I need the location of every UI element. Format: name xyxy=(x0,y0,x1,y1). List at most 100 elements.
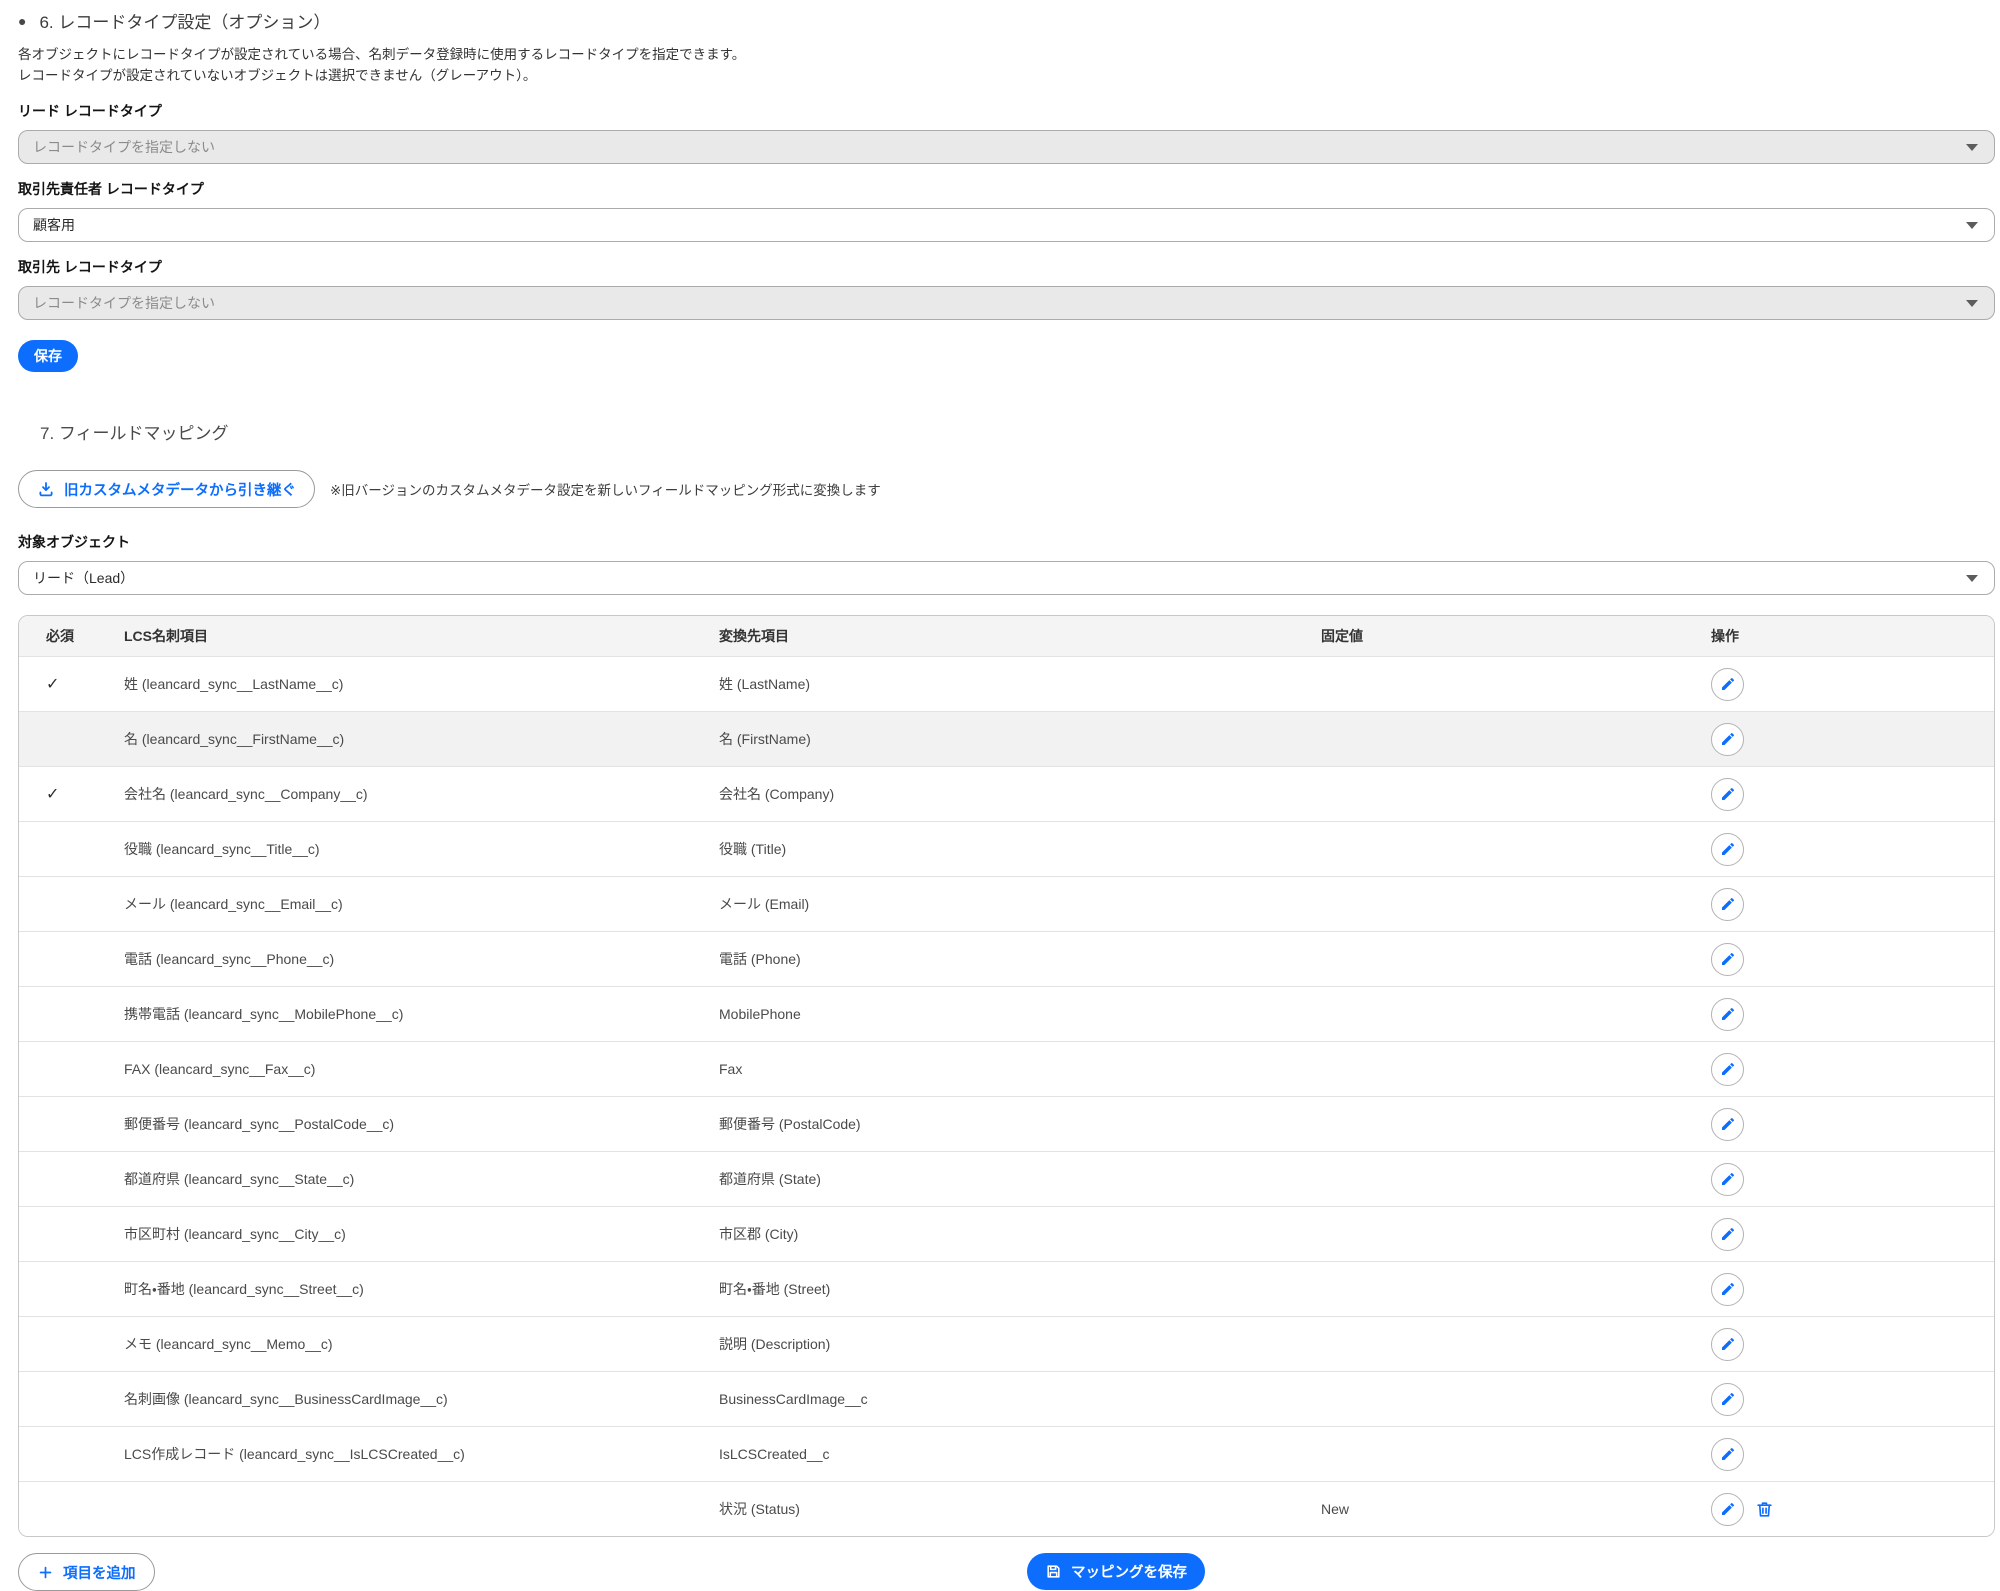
lcs-field-cell: 名刺画像 (leancard_sync__BusinessCardImage__… xyxy=(97,1389,692,1409)
section6-title: 6. レコードタイプ設定（オプション） xyxy=(39,8,330,33)
target-field-cell: 電話 (Phone) xyxy=(692,949,1294,969)
lcs-field-cell: 名 (leancard_sync__FirstName__c) xyxy=(97,729,692,749)
edit-button[interactable] xyxy=(1711,1218,1744,1251)
table-row: 携帯電話 (leancard_sync__MobilePhone__c) Mob… xyxy=(19,986,1994,1041)
pencil-icon xyxy=(1720,1391,1736,1407)
pencil-icon xyxy=(1720,1006,1736,1022)
target-field-cell: 都道府県 (State) xyxy=(692,1169,1294,1189)
table-row: ✓ 会社名 (leancard_sync__Company__c) 会社名 (C… xyxy=(19,766,1994,821)
pencil-icon xyxy=(1720,951,1736,967)
chevron-down-icon xyxy=(1966,300,1978,307)
edit-button[interactable] xyxy=(1711,1053,1744,1086)
migrate-note: ※旧バージョンのカスタムメタデータ設定を新しいフィールドマッピング形式に変換しま… xyxy=(330,479,881,499)
edit-button[interactable] xyxy=(1711,723,1744,756)
pencil-icon xyxy=(1720,1116,1736,1132)
edit-button[interactable] xyxy=(1711,1328,1744,1361)
section-bullet-icon: ● xyxy=(18,14,26,28)
target-field-cell: メール (Email) xyxy=(692,894,1294,914)
edit-button[interactable] xyxy=(1711,668,1744,701)
table-row: メール (leancard_sync__Email__c) メール (Email… xyxy=(19,876,1994,931)
target-field-cell: MobilePhone xyxy=(692,1006,1294,1022)
column-header-target-field: 変換先項目 xyxy=(692,626,1294,646)
field-mapping-table: 必須 LCS名刺項目 変換先項目 固定値 操作 ✓ 姓 (leancard_sy… xyxy=(18,615,1995,1537)
target-field-cell: BusinessCardImage__c xyxy=(692,1391,1294,1407)
target-field-cell: Fax xyxy=(692,1061,1294,1077)
save-icon xyxy=(1045,1563,1062,1580)
lcs-field-cell: メモ (leancard_sync__Memo__c) xyxy=(97,1334,692,1354)
target-field-cell: 会社名 (Company) xyxy=(692,784,1294,804)
mapping-table-body: ✓ 姓 (leancard_sync__LastName__c) 姓 (Last… xyxy=(19,656,1994,1536)
lcs-field-cell: メール (leancard_sync__Email__c) xyxy=(97,894,692,914)
lcs-field-cell: 町名・番地 (leancard_sync__Street__c) xyxy=(97,1279,692,1299)
fixed-value-cell: New xyxy=(1294,1501,1684,1517)
table-row: 町名・番地 (leancard_sync__Street__c) 町名・番地 (… xyxy=(19,1261,1994,1316)
edit-button[interactable] xyxy=(1711,1383,1744,1416)
table-row: 市区町村 (leancard_sync__City__c) 市区郡 (City) xyxy=(19,1206,1994,1261)
description-line: レコードタイプが設定されていないオブジェクトは選択できません（グレーアウト）。 xyxy=(18,65,1995,86)
section7-title: 7. フィールドマッピング xyxy=(40,419,1995,444)
lcs-field-cell: 姓 (leancard_sync__LastName__c) xyxy=(97,674,692,694)
edit-button[interactable] xyxy=(1711,1493,1744,1526)
pencil-icon xyxy=(1720,1061,1736,1077)
lcs-field-cell: FAX (leancard_sync__Fax__c) xyxy=(97,1061,692,1077)
pencil-icon xyxy=(1720,896,1736,912)
target-object-value: リード（Lead） xyxy=(33,568,134,588)
table-row: 名刺画像 (leancard_sync__BusinessCardImage__… xyxy=(19,1371,1994,1426)
account-record-type-label: 取引先 レコードタイプ xyxy=(18,257,1995,277)
table-row: 役職 (leancard_sync__Title__c) 役職 (Title) xyxy=(19,821,1994,876)
edit-button[interactable] xyxy=(1711,778,1744,811)
target-field-cell: 説明 (Description) xyxy=(692,1334,1294,1354)
save-mapping-button-label: マッピングを保存 xyxy=(1071,1561,1187,1582)
table-row: 電話 (leancard_sync__Phone__c) 電話 (Phone) xyxy=(19,931,1994,986)
account-record-type-value: レコードタイプを指定しない xyxy=(33,293,215,313)
edit-button[interactable] xyxy=(1711,833,1744,866)
required-check-icon: ✓ xyxy=(46,676,59,693)
edit-button[interactable] xyxy=(1711,888,1744,921)
chevron-down-icon xyxy=(1966,144,1978,151)
target-field-cell: 姓 (LastName) xyxy=(692,674,1294,694)
delete-button[interactable] xyxy=(1753,1498,1775,1520)
target-field-cell: 郵便番号 (PostalCode) xyxy=(692,1114,1294,1134)
target-field-cell: 町名・番地 (Street) xyxy=(692,1279,1294,1299)
lead-record-type-value: レコードタイプを指定しない xyxy=(33,137,215,157)
pencil-icon xyxy=(1720,1446,1736,1462)
pencil-icon xyxy=(1720,1336,1736,1352)
edit-button[interactable] xyxy=(1711,943,1744,976)
table-row: LCS作成レコード (leancard_sync__IsLCSCreated__… xyxy=(19,1426,1994,1481)
table-header-row: 必須 LCS名刺項目 変換先項目 固定値 操作 xyxy=(19,616,1994,656)
edit-button[interactable] xyxy=(1711,1108,1744,1141)
table-row: 都道府県 (leancard_sync__State__c) 都道府県 (Sta… xyxy=(19,1151,1994,1206)
lcs-field-cell: 市区町村 (leancard_sync__City__c) xyxy=(97,1224,692,1244)
column-header-required: 必須 xyxy=(19,626,97,646)
migrate-legacy-metadata-button[interactable]: 旧カスタムメタデータから引き継ぐ xyxy=(18,470,315,508)
save-record-types-button[interactable]: 保存 xyxy=(18,340,78,372)
column-header-lcs-field: LCS名刺項目 xyxy=(97,626,692,646)
target-field-cell: 名 (FirstName) xyxy=(692,729,1294,749)
chevron-down-icon xyxy=(1966,222,1978,229)
plus-icon xyxy=(37,1564,54,1581)
pencil-icon xyxy=(1720,1226,1736,1242)
table-row: メモ (leancard_sync__Memo__c) 説明 (Descript… xyxy=(19,1316,1994,1371)
table-row: ✓ 姓 (leancard_sync__LastName__c) 姓 (Last… xyxy=(19,656,1994,711)
contact-record-type-select[interactable]: 顧客用 xyxy=(18,208,1995,242)
description-line: 各オブジェクトにレコードタイプが設定されている場合、名刺データ登録時に使用するレ… xyxy=(18,44,1995,65)
account-record-type-select: レコードタイプを指定しない xyxy=(18,286,1995,320)
section6-description: 各オブジェクトにレコードタイプが設定されている場合、名刺データ登録時に使用するレ… xyxy=(18,44,1995,86)
table-row: 状況 (Status) New xyxy=(19,1481,1994,1536)
pencil-icon xyxy=(1720,1171,1736,1187)
add-field-button[interactable]: 項目を追加 xyxy=(18,1553,155,1591)
lead-record-type-label: リード レコードタイプ xyxy=(18,101,1995,121)
edit-button[interactable] xyxy=(1711,998,1744,1031)
lcs-field-cell: 役職 (leancard_sync__Title__c) xyxy=(97,839,692,859)
edit-button[interactable] xyxy=(1711,1438,1744,1471)
pencil-icon xyxy=(1720,1501,1736,1517)
target-object-select[interactable]: リード（Lead） xyxy=(18,561,1995,595)
target-field-cell: 状況 (Status) xyxy=(692,1499,1294,1519)
edit-button[interactable] xyxy=(1711,1163,1744,1196)
table-row: 名 (leancard_sync__FirstName__c) 名 (First… xyxy=(19,711,1994,766)
lcs-field-cell: 電話 (leancard_sync__Phone__c) xyxy=(97,949,692,969)
lcs-field-cell: LCS作成レコード (leancard_sync__IsLCSCreated__… xyxy=(97,1444,692,1464)
lcs-field-cell: 携帯電話 (leancard_sync__MobilePhone__c) xyxy=(97,1004,692,1024)
save-mapping-button[interactable]: マッピングを保存 xyxy=(1027,1553,1205,1590)
edit-button[interactable] xyxy=(1711,1273,1744,1306)
